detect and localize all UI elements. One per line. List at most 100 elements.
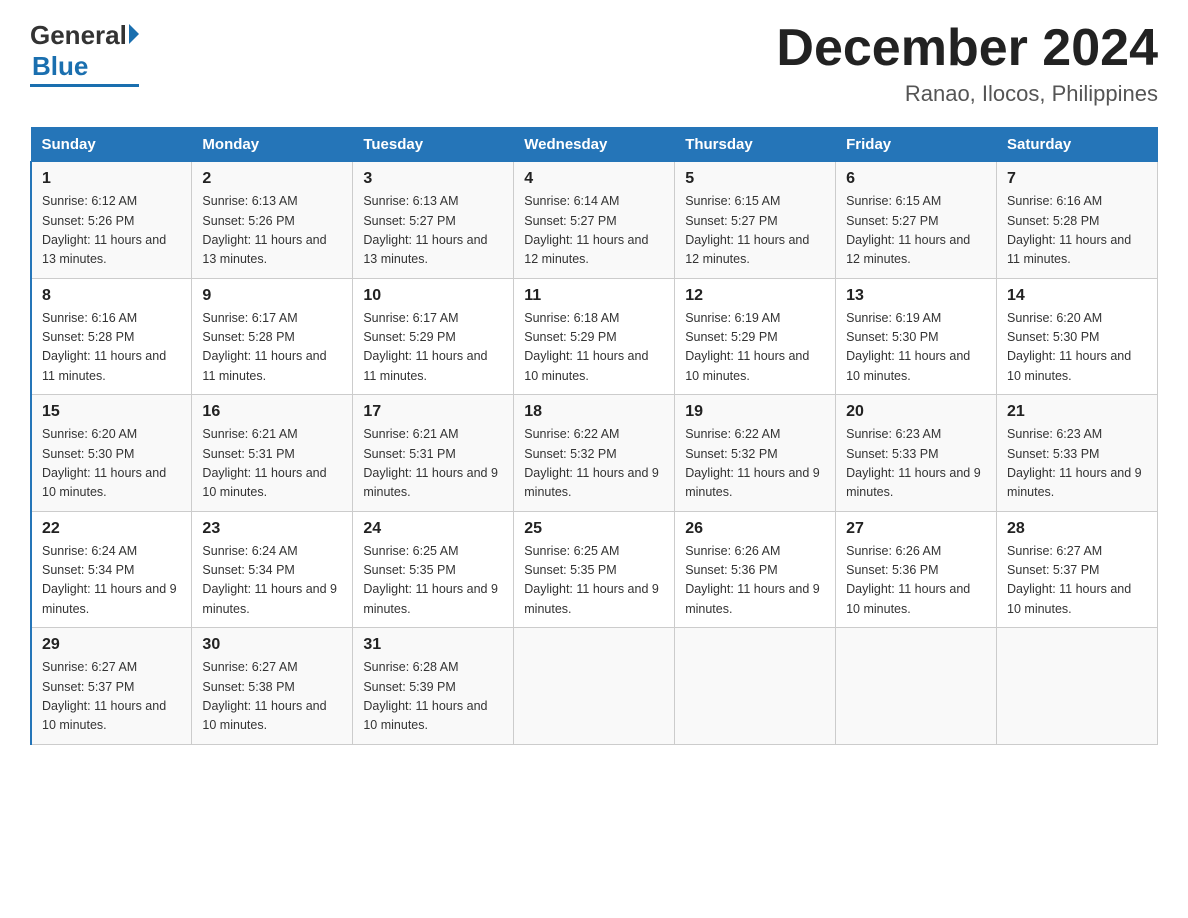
logo-underline	[30, 84, 139, 87]
day-number: 23	[202, 520, 342, 538]
day-number: 31	[363, 636, 503, 654]
header-sunday: Sunday	[31, 128, 192, 162]
calendar-cell: 8Sunrise: 6:16 AMSunset: 5:28 PMDaylight…	[31, 278, 192, 395]
calendar-cell: 15 Sunrise: 6:20 AMSunset: 5:30 PMDayligh…	[31, 395, 192, 512]
calendar-cell	[836, 628, 997, 745]
week-row-4: 22 Sunrise: 6:24 AMSunset: 5:34 PMDayligh…	[31, 511, 1158, 628]
calendar-cell: 20 Sunrise: 6:23 AMSunset: 5:33 PMDayligh…	[836, 395, 997, 512]
day-number: 21	[1007, 403, 1147, 421]
day-info: Sunrise: 6:27 AMSunset: 5:37 PMDaylight:…	[42, 658, 181, 736]
week-row-3: 15 Sunrise: 6:20 AMSunset: 5:30 PMDayligh…	[31, 395, 1158, 512]
week-row-5: 29 Sunrise: 6:27 AMSunset: 5:37 PMDayligh…	[31, 628, 1158, 745]
day-info: Sunrise: 6:22 AMSunset: 5:32 PMDaylight:…	[685, 425, 825, 503]
month-title: December 2024	[776, 20, 1158, 77]
day-info: Sunrise: 6:25 AMSunset: 5:35 PMDaylight:…	[524, 542, 664, 620]
day-info: Sunrise: 6:25 AMSunset: 5:35 PMDaylight:…	[363, 542, 503, 620]
day-number: 28	[1007, 520, 1147, 538]
day-info: Sunrise: 6:22 AMSunset: 5:32 PMDaylight:…	[524, 425, 664, 503]
week-row-1: 1 Sunrise: 6:12 AMSunset: 5:26 PMDaylight…	[31, 162, 1158, 279]
calendar-cell: 7 Sunrise: 6:16 AMSunset: 5:28 PMDaylight…	[997, 162, 1158, 279]
logo-triangle-icon	[129, 24, 139, 44]
header-thursday: Thursday	[675, 128, 836, 162]
calendar-cell: 1 Sunrise: 6:12 AMSunset: 5:26 PMDaylight…	[31, 162, 192, 279]
calendar-cell: 6Sunrise: 6:15 AMSunset: 5:27 PMDaylight…	[836, 162, 997, 279]
day-info: Sunrise: 6:14 AMSunset: 5:27 PMDaylight:…	[524, 192, 664, 270]
day-info: Sunrise: 6:21 AMSunset: 5:31 PMDaylight:…	[363, 425, 503, 503]
day-info: Sunrise: 6:13 AMSunset: 5:26 PMDaylight:…	[202, 192, 342, 270]
day-info: Sunrise: 6:27 AMSunset: 5:38 PMDaylight:…	[202, 658, 342, 736]
calendar-cell: 9Sunrise: 6:17 AMSunset: 5:28 PMDaylight…	[192, 278, 353, 395]
day-info: Sunrise: 6:27 AMSunset: 5:37 PMDaylight:…	[1007, 542, 1147, 620]
calendar-cell: 19Sunrise: 6:22 AMSunset: 5:32 PMDayligh…	[675, 395, 836, 512]
day-info: Sunrise: 6:20 AMSunset: 5:30 PMDaylight:…	[1007, 309, 1147, 387]
calendar-cell: 27Sunrise: 6:26 AMSunset: 5:36 PMDayligh…	[836, 511, 997, 628]
calendar-cell: 14Sunrise: 6:20 AMSunset: 5:30 PMDayligh…	[997, 278, 1158, 395]
location-text: Ranao, Ilocos, Philippines	[776, 81, 1158, 107]
calendar-cell: 24 Sunrise: 6:25 AMSunset: 5:35 PMDayligh…	[353, 511, 514, 628]
day-info: Sunrise: 6:21 AMSunset: 5:31 PMDaylight:…	[202, 425, 342, 503]
calendar-cell: 2 Sunrise: 6:13 AMSunset: 5:26 PMDaylight…	[192, 162, 353, 279]
day-info: Sunrise: 6:18 AMSunset: 5:29 PMDaylight:…	[524, 309, 664, 387]
day-number: 24	[363, 520, 503, 538]
calendar-cell: 5Sunrise: 6:15 AMSunset: 5:27 PMDaylight…	[675, 162, 836, 279]
day-number: 9	[202, 287, 342, 305]
day-number: 13	[846, 287, 986, 305]
day-number: 18	[524, 403, 664, 421]
title-block: December 2024 Ranao, Ilocos, Philippines	[776, 20, 1158, 107]
day-number: 15	[42, 403, 181, 421]
day-info: Sunrise: 6:26 AMSunset: 5:36 PMDaylight:…	[685, 542, 825, 620]
day-number: 4	[524, 170, 664, 188]
calendar-cell: 25Sunrise: 6:25 AMSunset: 5:35 PMDayligh…	[514, 511, 675, 628]
calendar-cell: 23Sunrise: 6:24 AMSunset: 5:34 PMDayligh…	[192, 511, 353, 628]
calendar-cell: 16 Sunrise: 6:21 AMSunset: 5:31 PMDayligh…	[192, 395, 353, 512]
day-number: 16	[202, 403, 342, 421]
day-info: Sunrise: 6:19 AMSunset: 5:30 PMDaylight:…	[846, 309, 986, 387]
day-info: Sunrise: 6:16 AMSunset: 5:28 PMDaylight:…	[1007, 192, 1147, 270]
header-wednesday: Wednesday	[514, 128, 675, 162]
calendar-cell: 3Sunrise: 6:13 AMSunset: 5:27 PMDaylight…	[353, 162, 514, 279]
day-info: Sunrise: 6:23 AMSunset: 5:33 PMDaylight:…	[846, 425, 986, 503]
day-info: Sunrise: 6:12 AMSunset: 5:26 PMDaylight:…	[42, 192, 181, 270]
day-info: Sunrise: 6:15 AMSunset: 5:27 PMDaylight:…	[685, 192, 825, 270]
day-number: 1	[42, 170, 181, 188]
day-number: 29	[42, 636, 181, 654]
day-info: Sunrise: 6:24 AMSunset: 5:34 PMDaylight:…	[42, 542, 181, 620]
day-number: 2	[202, 170, 342, 188]
day-info: Sunrise: 6:23 AMSunset: 5:33 PMDaylight:…	[1007, 425, 1147, 503]
logo-blue-text: Blue	[30, 51, 88, 82]
day-number: 12	[685, 287, 825, 305]
day-number: 20	[846, 403, 986, 421]
calendar-cell: 31Sunrise: 6:28 AMSunset: 5:39 PMDayligh…	[353, 628, 514, 745]
calendar-cell: 21 Sunrise: 6:23 AMSunset: 5:33 PMDayligh…	[997, 395, 1158, 512]
calendar-table: SundayMondayTuesdayWednesdayThursdayFrid…	[30, 127, 1158, 745]
day-number: 17	[363, 403, 503, 421]
week-row-2: 8Sunrise: 6:16 AMSunset: 5:28 PMDaylight…	[31, 278, 1158, 395]
logo-general-text: General	[30, 20, 127, 51]
calendar-cell: 18 Sunrise: 6:22 AMSunset: 5:32 PMDayligh…	[514, 395, 675, 512]
calendar-cell: 29 Sunrise: 6:27 AMSunset: 5:37 PMDayligh…	[31, 628, 192, 745]
calendar-cell: 10 Sunrise: 6:17 AMSunset: 5:29 PMDayligh…	[353, 278, 514, 395]
day-number: 22	[42, 520, 181, 538]
day-number: 26	[685, 520, 825, 538]
header-tuesday: Tuesday	[353, 128, 514, 162]
day-number: 10	[363, 287, 503, 305]
calendar-cell: 22 Sunrise: 6:24 AMSunset: 5:34 PMDayligh…	[31, 511, 192, 628]
calendar-cell: 30Sunrise: 6:27 AMSunset: 5:38 PMDayligh…	[192, 628, 353, 745]
calendar-cell: 11Sunrise: 6:18 AMSunset: 5:29 PMDayligh…	[514, 278, 675, 395]
calendar-cell: 28 Sunrise: 6:27 AMSunset: 5:37 PMDayligh…	[997, 511, 1158, 628]
calendar-cell: 13 Sunrise: 6:19 AMSunset: 5:30 PMDayligh…	[836, 278, 997, 395]
day-number: 27	[846, 520, 986, 538]
calendar-cell	[997, 628, 1158, 745]
calendar-cell	[514, 628, 675, 745]
header-saturday: Saturday	[997, 128, 1158, 162]
day-info: Sunrise: 6:15 AMSunset: 5:27 PMDaylight:…	[846, 192, 986, 270]
header-monday: Monday	[192, 128, 353, 162]
header-row: SundayMondayTuesdayWednesdayThursdayFrid…	[31, 128, 1158, 162]
day-info: Sunrise: 6:20 AMSunset: 5:30 PMDaylight:…	[42, 425, 181, 503]
day-number: 7	[1007, 170, 1147, 188]
calendar-cell: 4 Sunrise: 6:14 AMSunset: 5:27 PMDaylight…	[514, 162, 675, 279]
calendar-cell: 17 Sunrise: 6:21 AMSunset: 5:31 PMDayligh…	[353, 395, 514, 512]
day-info: Sunrise: 6:13 AMSunset: 5:27 PMDaylight:…	[363, 192, 503, 270]
day-info: Sunrise: 6:17 AMSunset: 5:29 PMDaylight:…	[363, 309, 503, 387]
calendar-cell: 26 Sunrise: 6:26 AMSunset: 5:36 PMDayligh…	[675, 511, 836, 628]
